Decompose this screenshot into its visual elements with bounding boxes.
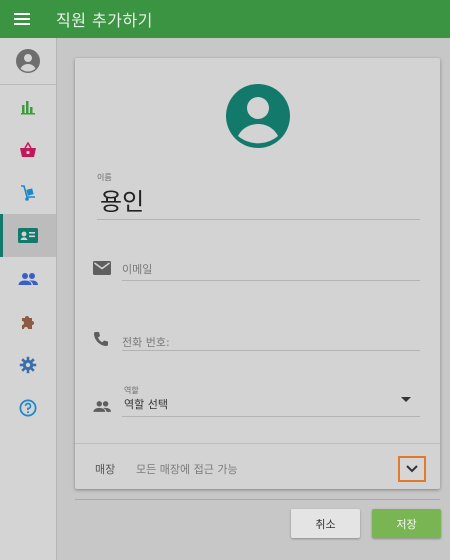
sidebar-item-customers[interactable] [0,257,56,300]
save-button[interactable]: 저장 [372,509,441,538]
role-select[interactable]: 역할 선택 [124,396,168,412]
hand-truck-icon [21,184,35,201]
help-icon [19,399,37,416]
role-underline [122,416,420,417]
shopping-basket-icon [20,141,36,157]
sidebar-item-integrations[interactable] [0,300,56,343]
main-content: 이름 용인 이메일 전화 번호: 역할 역할 선택 매장 모든 매장에 접근 가… [57,38,450,560]
bar-chart-icon [21,100,35,114]
sidebar [0,38,57,560]
cancel-button[interactable]: 취소 [291,509,360,538]
name-underline [97,219,420,220]
name-field[interactable]: 용인 [100,182,144,217]
phone-field[interactable]: 전화 번호: [122,334,170,350]
sidebar-profile[interactable] [0,38,56,85]
puzzle-icon [22,315,34,329]
sidebar-item-inventory[interactable] [0,171,56,214]
dropdown-arrow-icon[interactable] [401,397,411,403]
contact-card-icon [18,228,38,243]
page-title: 직원 추가하기 [56,11,153,30]
store-access-text: 모든 매장에 접근 가능 [136,463,238,476]
account-circle-icon[interactable] [226,84,290,148]
sidebar-item-sales[interactable] [0,128,56,171]
chevron-down-icon [406,465,418,473]
sidebar-item-settings[interactable] [0,343,56,386]
sidebar-item-help[interactable] [0,386,56,429]
menu-icon [14,13,30,25]
sidebar-item-employees[interactable] [0,214,56,257]
menu-button[interactable] [0,0,44,38]
phone-underline [122,350,420,351]
email-field[interactable]: 이메일 [122,261,152,277]
store-label: 매장 [95,463,116,476]
account-circle-icon [16,49,40,73]
role-label: 역할 [124,386,139,395]
store-divider [75,443,440,444]
phone-icon [94,332,108,346]
sidebar-item-reports[interactable] [0,85,56,128]
employee-form-card: 이름 용인 이메일 전화 번호: 역할 역할 선택 매장 모든 매장에 접근 가… [75,58,440,489]
people-icon [93,401,111,412]
email-icon [93,261,111,275]
people-icon [18,272,38,285]
store-expand-button[interactable] [398,456,426,482]
app-bar: 직원 추가하기 [0,0,450,38]
settings-icon [19,356,37,373]
footer-divider [75,499,440,500]
email-underline [122,280,420,281]
